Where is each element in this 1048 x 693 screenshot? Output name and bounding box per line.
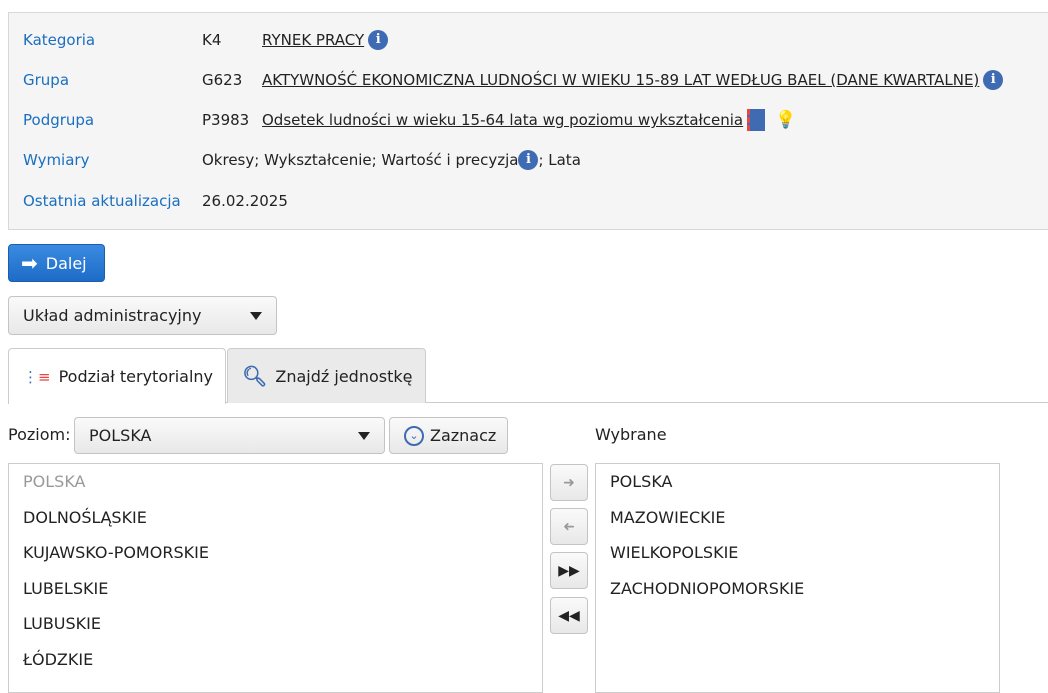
select-all-label: Zaznacz <box>430 426 497 445</box>
tab-find-unit[interactable]: 🔍︎ Znajdź jednostkę <box>227 348 426 403</box>
chevron-circle-down-icon: ⌄ <box>404 425 424 446</box>
lightbulb-icon[interactable]: 💡 <box>775 108 796 132</box>
tab-territorial[interactable]: ⋮≡ Podział terytorialny <box>8 348 226 404</box>
arrow-right-icon: ➜ <box>563 474 575 491</box>
arrow-right-icon: ➡ <box>21 251 38 275</box>
available-units-list[interactable]: POLSKA DOLNOŚLĄSKIE KUJAWSKO-POMORSKIE L… <box>8 463 543 693</box>
label-wymiary: Wymiary <box>23 151 90 169</box>
add-all-button[interactable]: ▶▶ <box>550 552 588 589</box>
dimensions-text-end: ; Lata <box>538 151 581 169</box>
add-button[interactable]: ➜ <box>550 464 588 501</box>
label-kategoria: Kategoria <box>23 31 96 49</box>
code: K4 <box>202 31 222 49</box>
label-podgrupa: Podgrupa <box>23 111 95 129</box>
label-update: Ostatnia aktualizacja <box>23 192 181 210</box>
level-select-value: POLSKA <box>89 426 152 445</box>
fast-forward-icon: ▶▶ <box>558 562 580 579</box>
next-button[interactable]: ➡ Dalej <box>8 244 105 282</box>
level-select[interactable]: POLSKA <box>74 417 385 454</box>
info-icon[interactable]: i <box>983 70 1004 90</box>
remove-all-button[interactable]: ◀◀ <box>550 597 588 634</box>
tab-label: Podział terytorialny <box>58 367 213 386</box>
tree-icon: ⋮≡ <box>23 367 51 386</box>
level-label: Poziom: <box>8 425 71 444</box>
list-item[interactable]: POLSKA <box>596 464 999 500</box>
list-item[interactable]: ŁÓDZKIE <box>9 642 542 678</box>
list-item[interactable]: LUBELSKIE <box>9 571 542 607</box>
remove-button[interactable]: ➜ <box>550 508 588 545</box>
list-item[interactable]: WIELKOPOLSKIE <box>596 535 999 571</box>
search-icon: 🔍︎ <box>242 364 268 388</box>
caret-down-icon <box>250 311 262 320</box>
update-date: 26.02.2025 <box>202 192 288 210</box>
info-icon[interactable]: i <box>368 30 389 50</box>
code: G623 <box>202 71 243 89</box>
select-all-button[interactable]: ⌄ Zaznacz <box>389 417 508 454</box>
label-grupa: Grupa <box>23 71 70 89</box>
next-label: Dalej <box>45 253 87 273</box>
tab-label: Znajdź jednostkę <box>275 366 413 386</box>
list-item[interactable]: MAZOWIECKIE <box>596 500 999 536</box>
kategoria-link[interactable]: RYNEK PRACY <box>262 28 364 52</box>
podgrupa-link[interactable]: Odsetek ludności w wieku 15-64 lata wg p… <box>262 108 743 132</box>
dimensions-text: Okresy; Wykształcenie; Wartość i precyzj… <box>202 151 519 169</box>
list-item[interactable]: LUBUSKIE <box>9 606 542 642</box>
selected-label: Wybrane <box>595 425 667 444</box>
contact-card-icon[interactable] <box>747 109 766 131</box>
arrow-left-icon: ➜ <box>563 518 575 535</box>
list-item[interactable]: ZACHODNIOPOMORSKIE <box>596 571 999 607</box>
list-item[interactable]: KUJAWSKO-POMORSKIE <box>9 535 542 571</box>
selected-units-list[interactable]: POLSKA MAZOWIECKIE WIELKOPOLSKIE ZACHODN… <box>595 463 1000 693</box>
rewind-icon: ◀◀ <box>558 607 580 624</box>
metadata-panel: Kategoria K4 RYNEK PRACY i Grupa G623 AKT… <box>8 12 1048 230</box>
info-icon[interactable]: i <box>518 150 539 170</box>
caret-down-icon <box>358 431 370 440</box>
layout-select-value: Układ administracyjny <box>23 306 202 325</box>
list-item[interactable]: DOLNOŚLĄSKIE <box>9 500 542 536</box>
grupa-link[interactable]: AKTYWNOŚĆ EKONOMICZNA LUDNOŚCI W WIEKU 1… <box>262 68 979 92</box>
code: P3983 <box>202 111 250 129</box>
list-item[interactable]: POLSKA <box>9 464 542 500</box>
layout-select[interactable]: Układ administracyjny <box>8 296 277 335</box>
